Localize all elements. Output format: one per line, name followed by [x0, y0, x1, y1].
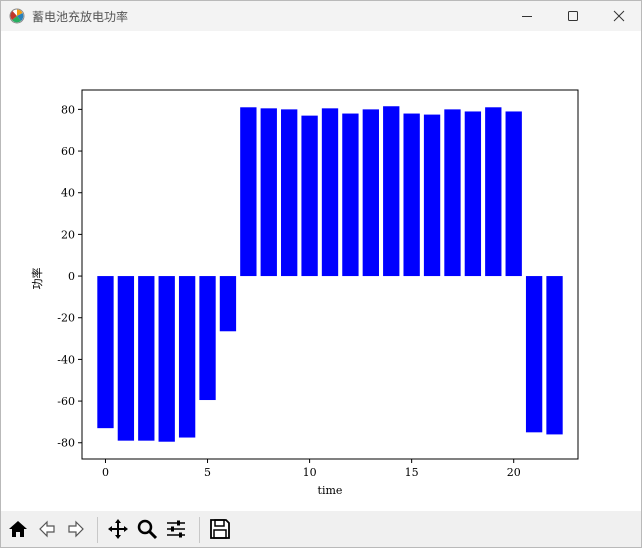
bar [301, 115, 318, 277]
minimize-icon [522, 16, 532, 17]
back-button[interactable] [34, 516, 60, 542]
home-icon [9, 521, 27, 537]
pan-button[interactable] [105, 516, 131, 542]
y-tick-label: 60 [61, 145, 75, 158]
y-tick-label: -40 [57, 353, 75, 366]
bar [178, 276, 196, 438]
zoom-icon [137, 519, 158, 540]
configure-subplots-icon [167, 520, 185, 538]
pan-icon [108, 519, 128, 539]
navigation-toolbar [1, 511, 641, 547]
toolbar-separator [199, 517, 200, 543]
configure-subplots-button[interactable] [163, 516, 189, 542]
bar [219, 276, 237, 332]
bar [546, 276, 563, 435]
bar [117, 276, 135, 441]
x-axis-label: time [318, 484, 343, 497]
y-tick-label: -80 [57, 437, 75, 450]
x-tick-label: 10 [303, 466, 317, 479]
toolbar-separator [97, 517, 98, 543]
bar [138, 276, 155, 441]
x-tick-label: 15 [405, 466, 419, 479]
forward-icon [68, 520, 84, 538]
y-tick-label: 0 [68, 270, 75, 283]
bar [342, 113, 359, 277]
x-tick-label: 20 [507, 466, 521, 479]
bar [199, 276, 216, 401]
zoom-button[interactable] [134, 516, 160, 542]
x-tick-label: 5 [204, 466, 211, 479]
bar [464, 111, 482, 277]
x-tick-label: 0 [102, 466, 109, 479]
bar [423, 114, 441, 277]
close-icon [613, 10, 625, 22]
figure-canvas[interactable]: 0 5 10 15 20 -80 -60 -40 -20 0 20 40 60 80 time 功率 [1, 31, 641, 511]
y-tick-label: 20 [61, 228, 75, 241]
bar [158, 276, 175, 442]
bar [362, 109, 379, 277]
bar [525, 276, 543, 433]
matplotlib-icon [9, 8, 25, 24]
bar [321, 108, 339, 277]
y-axis-label: 功率 [30, 268, 44, 290]
app-window: 蓄电池充放电功率 0 5 10 15 20 -80 -60 -40 -20 0 20 40 60 80 ti… [0, 0, 642, 548]
y-tick-label: -20 [57, 312, 75, 325]
y-tick-label: 80 [61, 103, 75, 116]
maximize-icon [568, 11, 578, 21]
home-button[interactable] [5, 516, 31, 542]
y-tick-label: -60 [57, 395, 75, 408]
forward-button[interactable] [63, 516, 89, 542]
bar [383, 106, 400, 277]
window-title: 蓄电池充放电功率 [32, 10, 129, 24]
minimize-button-real[interactable] [504, 1, 550, 31]
bar [240, 107, 257, 277]
back-icon [39, 520, 55, 538]
save-icon [210, 519, 230, 539]
bar [281, 109, 298, 277]
bar-chart[interactable]: 0 5 10 15 20 -80 -60 -40 -20 0 20 40 60 80 time 功率 [1, 31, 641, 511]
bar [97, 276, 114, 429]
y-tick-label: 40 [61, 187, 75, 200]
maximize-button[interactable] [550, 1, 596, 31]
bar [444, 109, 461, 277]
bar [505, 111, 522, 277]
close-button[interactable] [596, 1, 642, 31]
bar [403, 113, 420, 277]
save-button[interactable] [207, 516, 233, 542]
bar [485, 107, 502, 277]
bar [260, 108, 277, 277]
